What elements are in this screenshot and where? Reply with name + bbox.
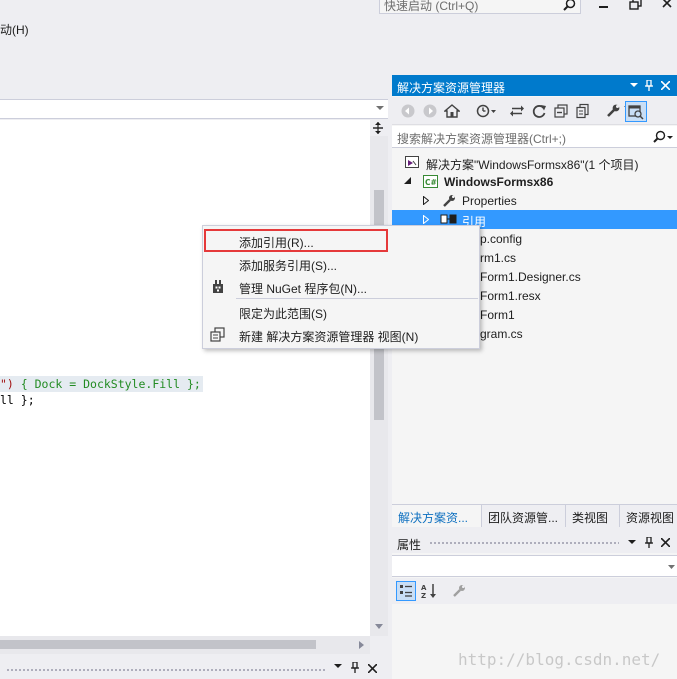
properties-title-bar[interactable]: 属性 [392, 531, 677, 553]
tree-item-label: gram.cs [480, 327, 523, 341]
refresh-icon[interactable] [531, 103, 547, 119]
panel-grip [6, 668, 326, 672]
scroll-down-icon[interactable] [374, 624, 384, 630]
highlight-annotation-box [204, 229, 388, 252]
panel-title: 属性 [397, 538, 422, 552]
code-text: { Dock = DockStyle.Fill }; [13, 377, 201, 391]
panel-grip [429, 541, 619, 545]
svg-text:Z: Z [421, 592, 426, 600]
home-icon[interactable] [444, 103, 460, 119]
solution-explorer-title-bar[interactable]: 解决方案资源管理器 [392, 75, 677, 96]
menu-item-label: 添加服务引用(S)... [239, 259, 337, 273]
menu-help[interactable]: 动(H) [0, 21, 29, 38]
chevron-down-icon[interactable] [376, 106, 384, 111]
svg-text:C#: C# [425, 178, 437, 187]
minimize-icon[interactable] [596, 0, 612, 12]
scrollbar-thumb[interactable] [0, 640, 316, 649]
close-icon[interactable] [661, 81, 672, 92]
solution-explorer-search-input[interactable]: 搜索解决方案资源管理器(Ctrl+;) [392, 126, 677, 148]
tree-item-label: Form1.resx [480, 289, 541, 303]
tree-item-label: p.config [480, 232, 523, 246]
watermark: http://blog.csdn.net/ [458, 650, 661, 669]
chevron-down-icon[interactable] [668, 565, 675, 569]
quick-launch-box[interactable]: 快速启动 (Ctrl+Q) [379, 0, 581, 14]
new-view-icon [210, 327, 226, 342]
csharp-project-icon: C# [423, 175, 439, 189]
menu-item-label: 限定为此范围(S) [239, 307, 327, 321]
categorized-icon[interactable] [396, 581, 416, 601]
pin-icon[interactable] [644, 537, 654, 548]
collapsed-arrow-icon[interactable] [423, 196, 429, 205]
close-icon[interactable] [661, 538, 670, 547]
collapse-all-icon[interactable] [553, 103, 569, 119]
tree-item-solution[interactable]: 解决方案"WindowsFormsx86"(1 个项目) [392, 153, 677, 172]
tree-item-label: 解决方案"WindowsFormsx86"(1 个项目) [426, 158, 639, 172]
nuget-icon [212, 280, 224, 293]
chevron-down-icon[interactable] [630, 83, 641, 94]
back-icon[interactable] [400, 103, 416, 119]
tree-item-label: rm1.cs [480, 251, 516, 265]
close-icon[interactable] [368, 664, 377, 673]
property-pages-icon[interactable] [452, 584, 466, 598]
code-string-end: ") [0, 377, 14, 391]
svg-text:A: A [421, 584, 427, 592]
close-window-icon[interactable] [660, 0, 676, 12]
tree-item-properties[interactable]: Properties [392, 191, 677, 210]
code-line[interactable]: ") { Dock = DockStyle.Fill }; [0, 376, 203, 392]
scroll-right-icon[interactable] [359, 640, 365, 650]
editor-navigation-bar[interactable] [0, 99, 388, 119]
object-selector-dropdown[interactable] [392, 555, 677, 577]
tab-team-explorer[interactable]: 团队资源管... [482, 505, 566, 527]
pending-changes-icon[interactable] [476, 103, 496, 119]
sync-icon[interactable] [509, 103, 525, 119]
quick-launch-placeholder: 快速启动 (Ctrl+Q) [384, 0, 479, 13]
code-line[interactable]: ll }; [0, 393, 35, 407]
tool-window-tabs: 解决方案资... 团队资源管... 类视图 资源视图 [392, 504, 677, 527]
expanded-arrow-icon[interactable] [404, 177, 411, 184]
tree-item-label: Form1 [480, 308, 515, 322]
chevron-down-icon[interactable] [628, 540, 636, 545]
tree-item-label: Form1.Designer.cs [480, 270, 581, 284]
solution-explorer-toolbar [392, 97, 677, 125]
tree-item-label: WindowsFormsx86 [444, 175, 554, 189]
collapsed-arrow-icon[interactable] [423, 215, 429, 224]
wrench-icon [442, 194, 456, 208]
menu-item-scope-to-this[interactable]: 限定为此范围(S) [204, 300, 479, 323]
alphabetical-icon[interactable]: AZ [420, 582, 438, 600]
search-icon[interactable] [652, 130, 674, 144]
tab-solution-explorer[interactable]: 解决方案资... [392, 505, 482, 527]
chevron-down-icon[interactable] [334, 664, 342, 669]
solution-icon [405, 156, 420, 170]
restore-icon[interactable] [628, 0, 644, 12]
wrench-icon[interactable] [605, 103, 621, 119]
forward-icon[interactable] [422, 103, 438, 119]
pin-icon[interactable] [644, 80, 655, 91]
menu-item-label: 管理 NuGet 程序包(N)... [239, 282, 368, 296]
tree-item-project[interactable]: C# WindowsFormsx86 [392, 172, 677, 191]
tab-class-view[interactable]: 类视图 [566, 505, 620, 527]
panel-title: 解决方案资源管理器 [397, 81, 506, 95]
show-all-files-icon[interactable] [575, 103, 591, 119]
menu-item-new-explorer-view[interactable]: 新建 解决方案资源管理器 视图(N) [204, 323, 479, 346]
tree-item-label: Properties [462, 194, 517, 208]
references-icon [440, 214, 458, 225]
menu-item-manage-nuget[interactable]: 管理 NuGet 程序包(N)... [204, 275, 479, 298]
split-editor-icon[interactable] [372, 122, 384, 134]
properties-toolbar: AZ [392, 578, 677, 604]
preview-selected-items-icon[interactable] [625, 101, 647, 122]
menu-item-add-service-reference[interactable]: 添加服务引用(S)... [204, 252, 479, 275]
search-icon[interactable] [563, 0, 576, 11]
menu-separator [236, 298, 478, 299]
search-placeholder: 搜索解决方案资源管理器(Ctrl+;) [397, 132, 566, 146]
pin-icon[interactable] [350, 662, 360, 673]
menu-item-label: 新建 解决方案资源管理器 视图(N) [239, 330, 419, 344]
tab-resource-view[interactable]: 资源视图 [620, 505, 677, 527]
